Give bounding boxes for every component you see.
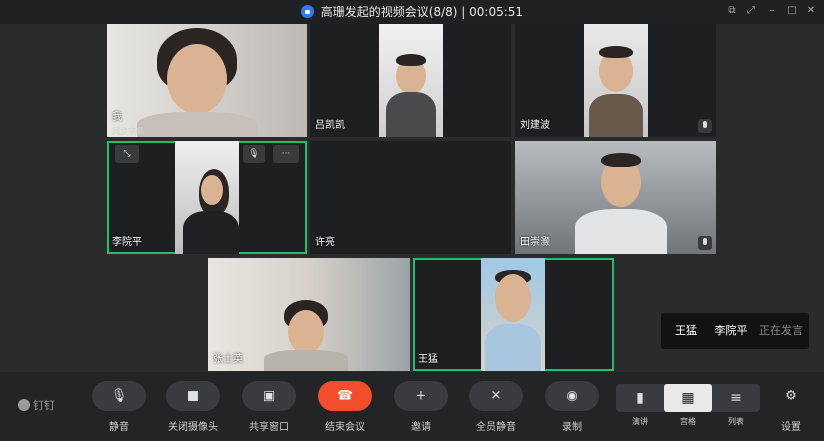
- video-figure: [183, 211, 239, 254]
- grid-view-button[interactable]: ▦: [664, 384, 712, 412]
- brand-label: 钉钉: [33, 399, 55, 412]
- record-button[interactable]: ◉: [545, 381, 599, 411]
- participant-tile-xu[interactable]: 许亮: [310, 141, 511, 254]
- close-icon[interactable]: ✕: [804, 4, 818, 18]
- share-window-label: 共享窗口: [249, 422, 289, 433]
- meeting-title-text: 高珊发起的视频会议(8/8): [320, 5, 458, 19]
- video-figure: [201, 175, 223, 205]
- title-separator: |: [461, 5, 466, 19]
- add-user-icon: +: [415, 388, 427, 404]
- video-figure: [396, 54, 426, 66]
- mute-all-label: 全员静音: [476, 422, 516, 433]
- participant-subtitle: 同步字幕: [112, 127, 144, 136]
- participant-name: 田崇灏: [520, 237, 550, 248]
- participant-name: 李院平: [112, 237, 142, 248]
- mic-muted-icon: [698, 119, 712, 133]
- participant-tile-lv[interactable]: 吕凯凯: [310, 24, 511, 137]
- share-icon: ▣: [262, 388, 276, 404]
- minimize-icon[interactable]: –: [765, 4, 779, 18]
- camera-off-button[interactable]: ■: [166, 381, 220, 411]
- speaking-status: 正在发言: [759, 324, 803, 337]
- participant-tile-tian[interactable]: 田崇灏: [515, 141, 716, 254]
- video-figure: [264, 350, 348, 371]
- video-figure: [288, 310, 324, 354]
- speaker-view-label: 演讲: [632, 417, 648, 426]
- settings-label: 设置: [781, 422, 801, 433]
- camera-off-label: 关闭摄像头: [168, 422, 218, 433]
- expand-icon[interactable]: ⤡: [115, 145, 139, 163]
- end-meeting-button[interactable]: ☎: [318, 381, 372, 411]
- speaking-indicator: 王猛 李院平 正在发言: [661, 313, 809, 349]
- share-screen-icon[interactable]: ⧉: [725, 4, 739, 18]
- camera-icon: ■: [186, 388, 200, 404]
- mic-icon: 🎙: [110, 388, 128, 404]
- list-view-icon: ≡: [730, 390, 742, 406]
- record-label: 录制: [562, 422, 582, 433]
- grid-view-label: 宫格: [680, 417, 696, 426]
- video-figure: [601, 153, 641, 167]
- speaker-name: 王猛: [675, 324, 697, 337]
- mic-muted-icon: [698, 236, 712, 250]
- mute-label: 静音: [109, 422, 129, 433]
- speaker-view-button[interactable]: ▮: [616, 384, 664, 412]
- participant-tile-wang[interactable]: 王猛: [413, 258, 614, 371]
- video-figure: [386, 92, 436, 137]
- invite-button[interactable]: +: [394, 381, 448, 411]
- hang-up-icon: ☎: [336, 388, 354, 404]
- fullscreen-icon[interactable]: ⤢: [744, 4, 758, 18]
- mute-button[interactable]: 🎙: [92, 381, 146, 411]
- video-figure: [589, 94, 643, 137]
- participant-tile-liu[interactable]: 刘建波: [515, 24, 716, 137]
- participant-tile-me[interactable]: 我 同步字幕: [107, 24, 307, 137]
- video-figure: [599, 46, 633, 58]
- list-view-button[interactable]: ≡: [712, 384, 760, 412]
- mute-all-icon: ✕: [490, 388, 502, 404]
- meeting-toolbar: 钉钉 🎙 静音 ■ 关闭摄像头 ▣ 共享窗口 ☎ 结束会议 + 邀请 ✕ 全员静…: [0, 372, 824, 441]
- video-figure: [137, 112, 257, 137]
- invite-label: 邀请: [411, 422, 431, 433]
- speaker-name: 李院平: [714, 324, 748, 337]
- participant-tile-li[interactable]: ⤡ 🎙 ··· 李院平: [107, 141, 307, 254]
- settings-button[interactable]: ⚙: [776, 381, 806, 411]
- record-icon: ◉: [566, 388, 578, 404]
- speaker-view-icon: ▮: [636, 390, 644, 406]
- grid-view-icon: ▦: [681, 390, 695, 406]
- mic-icon[interactable]: 🎙: [243, 145, 265, 163]
- gear-icon: ⚙: [785, 388, 797, 404]
- participant-tile-zhang[interactable]: 张士英: [208, 258, 410, 371]
- mute-all-button[interactable]: ✕: [469, 381, 523, 411]
- participant-name: 许亮: [315, 237, 335, 248]
- participant-name: 刘建波: [520, 120, 550, 131]
- lock-icon: [300, 5, 314, 18]
- video-figure: [575, 209, 667, 254]
- meeting-timer: 00:05:51: [469, 5, 524, 19]
- participant-name: 我: [112, 112, 122, 123]
- participant-name: 张士英: [213, 354, 243, 365]
- video-figure: [485, 324, 541, 371]
- brand-logo: 钉钉: [18, 397, 55, 413]
- dingtalk-icon: [18, 399, 30, 411]
- meeting-title: 高珊发起的视频会议(8/8) | 00:05:51: [0, 3, 824, 20]
- maximize-icon[interactable]: □: [785, 4, 799, 18]
- video-figure: [495, 274, 531, 322]
- share-window-button[interactable]: ▣: [242, 381, 296, 411]
- participant-name: 王猛: [418, 354, 438, 365]
- title-bar: 高珊发起的视频会议(8/8) | 00:05:51 ⧉ ⤢ – □ ✕: [0, 0, 824, 24]
- end-meeting-label: 结束会议: [325, 422, 365, 433]
- participant-name: 吕凯凯: [315, 120, 345, 131]
- video-figure: [167, 44, 227, 114]
- layout-switcher: ▮ ▦ ≡: [616, 384, 760, 412]
- more-options-icon[interactable]: ···: [273, 145, 299, 163]
